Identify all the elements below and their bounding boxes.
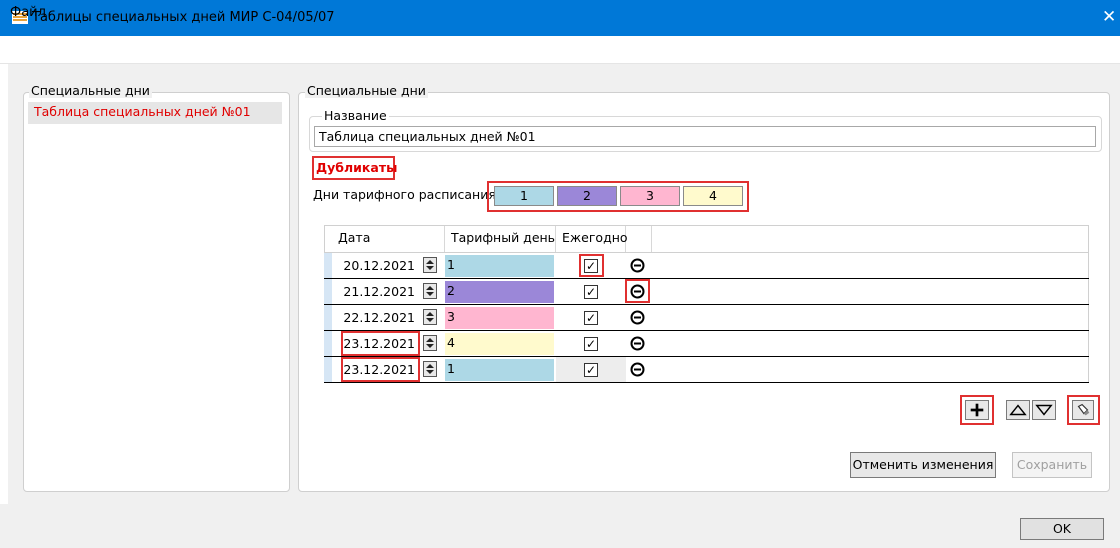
- tariff-day-cell[interactable]: 1: [445, 255, 554, 277]
- save-button[interactable]: Сохранить: [1012, 452, 1092, 478]
- date-spinner-icon[interactable]: [423, 335, 437, 351]
- tariff-day-cell[interactable]: 1: [445, 359, 554, 381]
- special-days-list-label: Специальные дни: [29, 83, 152, 98]
- duplicates-label: Дубликаты: [312, 156, 397, 180]
- date-field[interactable]: 20.12.2021: [333, 255, 419, 277]
- ok-button[interactable]: OK: [1020, 518, 1104, 540]
- name-input[interactable]: Таблица специальных дней №01: [314, 126, 1096, 147]
- header-yearly[interactable]: Ежегодно: [556, 226, 628, 252]
- cancel-changes-button[interactable]: Отменить изменения: [850, 452, 996, 478]
- header-divider: [324, 252, 1089, 253]
- date-spinner-icon[interactable]: [423, 309, 437, 325]
- delete-row-icon[interactable]: [630, 336, 645, 351]
- close-button[interactable]: ✕: [1102, 7, 1116, 27]
- schedule-days-label: Дни тарифного расписания:: [313, 187, 501, 202]
- clear-button[interactable]: [1072, 400, 1094, 420]
- schedule-day-1[interactable]: 1: [494, 186, 554, 206]
- window-title: Таблицы специальных дней МИР С-04/05/07: [32, 10, 335, 25]
- name-label: Название: [322, 108, 389, 123]
- header-date[interactable]: Дата: [332, 226, 445, 252]
- row-divider: [324, 278, 1089, 279]
- move-down-button[interactable]: [1032, 400, 1056, 420]
- header-tariff-day[interactable]: Тарифный день: [445, 226, 556, 252]
- delete-row-icon[interactable]: [630, 310, 645, 325]
- date-field[interactable]: 22.12.2021: [333, 307, 419, 329]
- yearly-checkbox[interactable]: ✓: [584, 311, 598, 325]
- yearly-checkbox-highlight: [579, 254, 604, 277]
- list-item[interactable]: Таблица специальных дней №01: [28, 102, 282, 124]
- date-spinner-icon[interactable]: [423, 283, 437, 299]
- schedule-day-2[interactable]: 2: [557, 186, 617, 206]
- bottom-bar: [0, 504, 1120, 548]
- menu-file[interactable]: Файл: [10, 5, 46, 20]
- row-divider: [324, 330, 1089, 331]
- special-days-detail-label: Специальные дни: [305, 83, 428, 98]
- row-divider: [324, 304, 1089, 305]
- special-days-list-group: [23, 92, 290, 492]
- duplicate-date-highlight: [341, 331, 420, 356]
- table-left-gutter: [324, 252, 332, 383]
- menu-bar: [0, 36, 1120, 64]
- tariff-day-cell[interactable]: 3: [445, 307, 554, 329]
- row-divider: [324, 382, 1089, 383]
- tariff-day-cell[interactable]: 2: [445, 281, 554, 303]
- row-divider: [324, 356, 1089, 357]
- duplicate-date-highlight: [341, 357, 420, 382]
- yearly-checkbox[interactable]: ✓: [584, 285, 598, 299]
- date-spinner-icon[interactable]: [423, 361, 437, 377]
- yearly-checkbox[interactable]: ✓: [584, 363, 598, 377]
- header-blank: [626, 226, 652, 252]
- delete-row-highlight: [625, 279, 650, 303]
- yearly-checkbox[interactable]: ✓: [584, 337, 598, 351]
- schedule-day-4[interactable]: 4: [683, 186, 743, 206]
- date-field[interactable]: 21.12.2021: [333, 281, 419, 303]
- schedule-day-3[interactable]: 3: [620, 186, 680, 206]
- delete-row-icon[interactable]: [630, 258, 645, 273]
- tariff-day-cell[interactable]: 4: [445, 333, 554, 355]
- move-up-button[interactable]: [1006, 400, 1030, 420]
- delete-row-icon[interactable]: [630, 362, 645, 377]
- date-spinner-icon[interactable]: [423, 257, 437, 273]
- add-row-button[interactable]: [965, 400, 989, 420]
